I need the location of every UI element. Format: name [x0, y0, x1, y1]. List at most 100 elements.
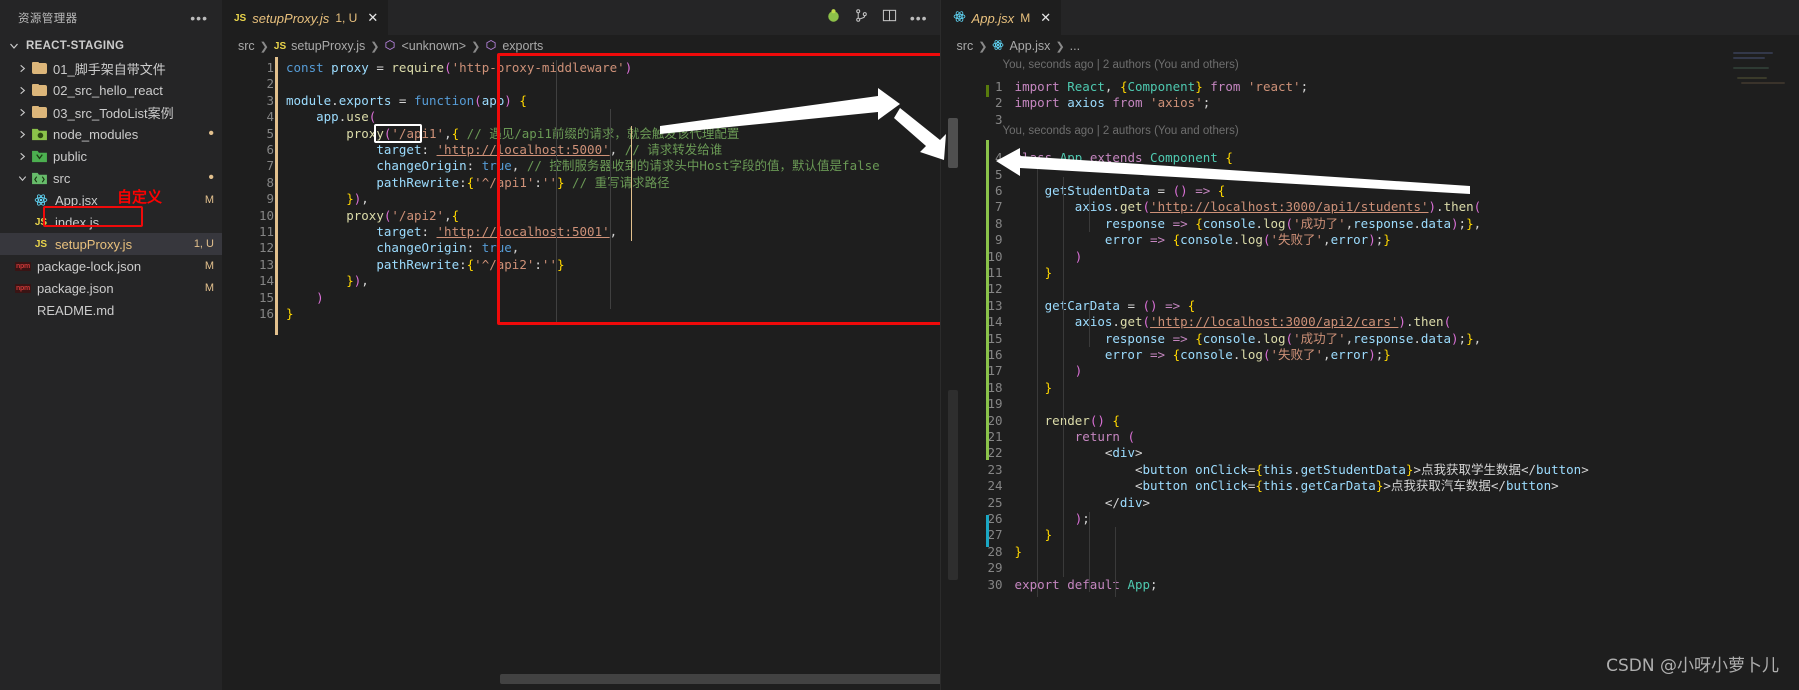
tree-item-package-json[interactable]: npm package.json M: [0, 277, 222, 299]
project-name: REACT-STAGING: [26, 40, 125, 52]
code-line[interactable]: <button onClick={this.getStudentData}>点我…: [1015, 462, 1589, 478]
right-vertical-scrollbar[interactable]: [947, 118, 958, 168]
indent-guide: [1062, 177, 1064, 577]
code-line[interactable]: proxy('/api1',{ // 遇见/api1前缀的请求，就会触发该代理配…: [286, 126, 739, 142]
right-vertical-scrollbar-thumb[interactable]: [947, 390, 958, 580]
line-number: 15: [987, 330, 1003, 346]
tree-item-public[interactable]: public: [0, 145, 222, 167]
js-icon: JS: [234, 12, 247, 24]
ellipsis-icon[interactable]: •••: [190, 11, 208, 25]
chevron-down-icon[interactable]: [14, 170, 30, 186]
code-line[interactable]: }: [1015, 380, 1053, 396]
code-line[interactable]: app.use(: [286, 109, 376, 125]
indent-guide: [631, 126, 632, 241]
line-number: 6: [995, 183, 1003, 198]
tab-setupProxy[interactable]: JS setupProxy.js 1, U ✕: [222, 0, 389, 35]
chevron-right-icon[interactable]: [14, 104, 30, 120]
code-line[interactable]: import axios from 'axios';: [1015, 95, 1211, 111]
breadcrumb-item-0[interactable]: src: [238, 39, 255, 53]
code-line[interactable]: }: [1015, 544, 1023, 560]
code-line[interactable]: error => {console.log('失败了',error);}: [1015, 347, 1391, 363]
code-line[interactable]: }),: [286, 273, 369, 289]
split-editor-icon[interactable]: [882, 8, 897, 28]
line-number: 17: [987, 363, 1003, 379]
tree-item-label: src: [53, 170, 71, 186]
tree-item-01--------[interactable]: 01_脚手架自带文件: [0, 57, 222, 79]
code-line[interactable]: changeOrigin: true, // 控制服务器收到的请求头中Host字…: [286, 158, 879, 174]
tree-item-02-src-hello-react[interactable]: 02_src_hello_react: [0, 79, 222, 101]
code-line[interactable]: axios.get('http://localhost:3000/api2/ca…: [1015, 314, 1451, 330]
code-line[interactable]: changeOrigin: true,: [286, 240, 519, 256]
run-icon[interactable]: [826, 8, 841, 28]
tree-item-index-js[interactable]: JS index.js: [0, 211, 222, 233]
line-number: 9: [995, 232, 1003, 248]
code-line[interactable]: }: [1015, 265, 1053, 281]
code-line[interactable]: }: [286, 306, 294, 322]
code-line[interactable]: render() {: [1015, 413, 1120, 429]
code-line[interactable]: ): [286, 290, 324, 306]
breadcrumb-item-2[interactable]: ...: [1070, 39, 1080, 53]
line-number: 16: [987, 347, 1003, 362]
tree-item-node-modules[interactable]: node_modules •: [0, 123, 222, 145]
code-line[interactable]: axios.get('http://localhost:3000/api1/st…: [1015, 199, 1481, 215]
source-control-icon[interactable]: [854, 8, 869, 28]
code-line[interactable]: }),: [286, 191, 369, 207]
close-icon[interactable]: ✕: [1040, 10, 1051, 26]
tab-App-jsx[interactable]: App.jsx M ✕: [940, 0, 1062, 35]
left-code-area[interactable]: 1 2 3 4 5 6 7 8 9 10 11 12 13 14 15 16 const proxy = re…: [222, 57, 941, 637]
line-number: 6: [266, 142, 274, 157]
tree-item-app-jsx[interactable]: App.jsx M: [0, 189, 222, 211]
code-line[interactable]: response => {console.log('成功了',response.…: [1015, 216, 1481, 232]
code-line[interactable]: </div>: [1015, 495, 1150, 511]
code-line[interactable]: module.exports = function(app) {: [286, 93, 527, 109]
code-line[interactable]: getCarData = () => {: [1015, 298, 1196, 314]
tree-item-setupproxy-js[interactable]: JS setupProxy.js 1, U: [0, 233, 222, 255]
code-line[interactable]: pathRewrite:{'^/api2':''}: [286, 257, 564, 273]
code-line[interactable]: <div>: [1015, 445, 1143, 461]
tree-item-readme-md[interactable]: README.md: [0, 299, 222, 321]
breadcrumb-item-1[interactable]: setupProxy.js: [291, 39, 365, 53]
code-line[interactable]: proxy('/api2',{: [286, 208, 459, 224]
tab-label: App.jsx: [971, 10, 1015, 26]
code-line[interactable]: return (: [1015, 429, 1135, 445]
code-line[interactable]: );: [1015, 511, 1090, 527]
breadcrumb-item-3[interactable]: exports: [502, 39, 543, 53]
js-icon: JS: [34, 216, 48, 228]
project-root-row[interactable]: REACT-STAGING: [0, 35, 222, 57]
modified-line-indicator: [985, 515, 989, 547]
right-minimap[interactable]: [1731, 48, 1793, 90]
code-line[interactable]: ): [1015, 249, 1083, 265]
chevron-right-icon[interactable]: [14, 82, 30, 98]
code-line[interactable]: const proxy = require('http-proxy-middle…: [286, 60, 632, 76]
breadcrumb-item-2[interactable]: <unknown>: [401, 39, 466, 53]
code-line[interactable]: response => {console.log('成功了',response.…: [1015, 331, 1481, 347]
chevron-right-icon[interactable]: [14, 60, 30, 76]
file-icon: [30, 82, 48, 98]
code-line[interactable]: target: 'http://localhost:5001',: [286, 224, 617, 240]
code-line[interactable]: class App extends Component {: [1015, 150, 1233, 166]
code-line[interactable]: <button onClick={this.getCarData}>点我获取汽车…: [1015, 478, 1559, 494]
line-number: 11: [258, 224, 274, 239]
more-actions-icon[interactable]: •••: [910, 11, 928, 25]
code-line[interactable]: pathRewrite:{'^/api1':''} // 重写请求路径: [286, 175, 669, 191]
chevron-right-icon[interactable]: [14, 148, 30, 164]
code-line[interactable]: ): [1015, 363, 1083, 379]
tree-item-03-src-todolist--[interactable]: 03_src_TodoList案例: [0, 101, 222, 123]
code-line[interactable]: }: [1015, 527, 1053, 543]
right-code-area[interactable]: You, seconds ago | 2 authors (You and ot…: [941, 57, 1799, 677]
chevron-right-icon: ❯: [1055, 40, 1065, 53]
close-icon[interactable]: ✕: [367, 10, 378, 26]
code-line[interactable]: target: 'http://localhost:5000', // 请求转发…: [286, 142, 722, 158]
line-number: 10: [258, 207, 274, 223]
chevron-right-icon[interactable]: [14, 126, 30, 142]
breadcrumb-item-1[interactable]: App.jsx: [1009, 39, 1050, 53]
right-tabbar: App.jsx M ✕: [940, 0, 1799, 35]
tree-item-package-lock-json[interactable]: npm package-lock.json M: [0, 255, 222, 277]
code-line[interactable]: getStudentData = () => {: [1015, 183, 1226, 199]
folder-icon: [31, 84, 47, 96]
breadcrumb-item-0[interactable]: src: [957, 39, 974, 53]
tree-item-src[interactable]: src •: [0, 167, 222, 189]
vscode-window: 资源管理器 ••• REACT-STAGING 01_脚手架自带文件 02_src…: [0, 0, 1799, 690]
code-line[interactable]: error => {console.log('失败了',error);}: [1015, 232, 1391, 248]
code-line[interactable]: import React, {Component} from 'react';: [1015, 79, 1309, 95]
